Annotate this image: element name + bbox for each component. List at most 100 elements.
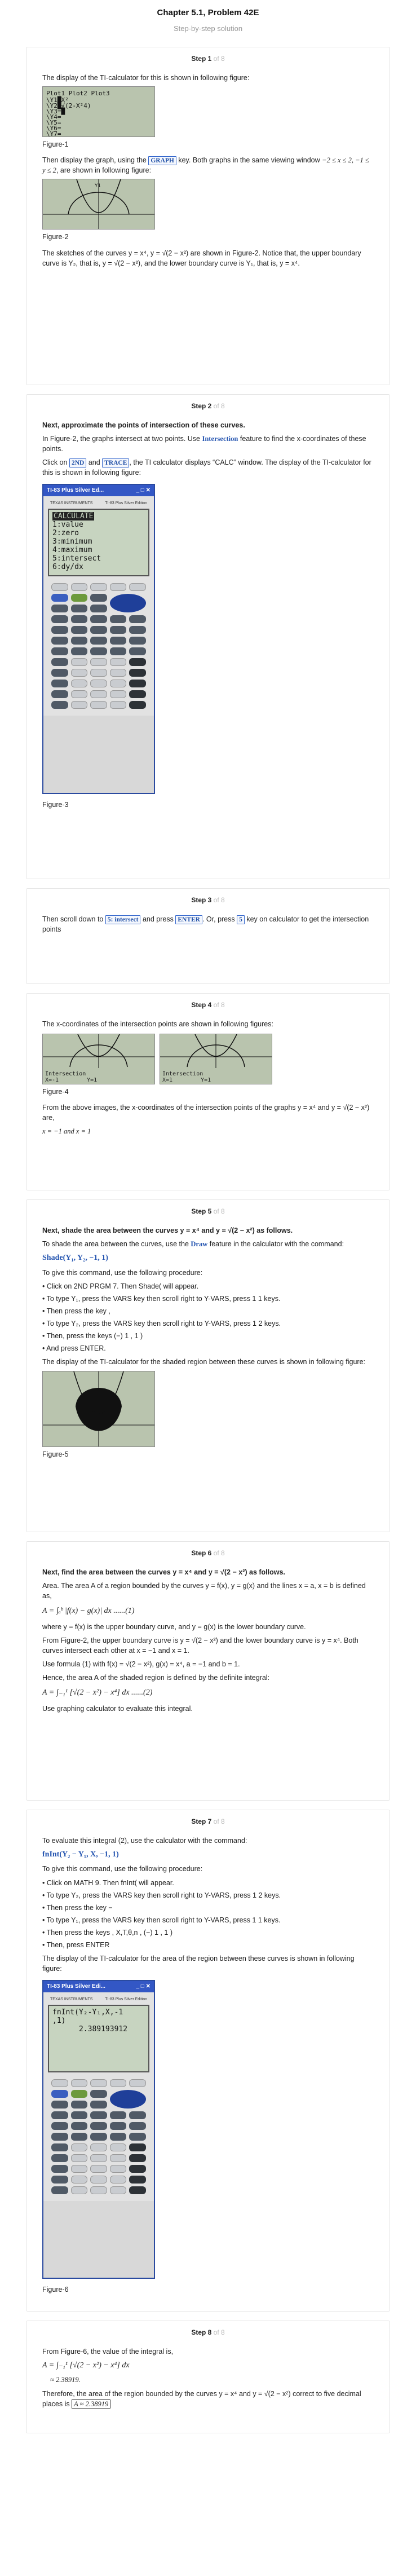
step-3-card: Step 3 of 8 Then scroll down to 5: inter… — [26, 888, 390, 984]
shaded-region-figure-5 — [42, 1370, 155, 1447]
list-item: • To type Y₁, press the VARS key then sc… — [42, 1916, 281, 1924]
svg-text:Y1: Y1 — [95, 183, 101, 189]
step-text: Use formula (1) with f(x) = √(2 − x²), g… — [42, 1660, 240, 1669]
step-text: Then display the graph, using the GRAPH … — [42, 156, 369, 175]
step-text: Therefore, the area of the region bounde… — [42, 2389, 361, 2409]
page-subtitle: Step-by-step solution — [173, 24, 243, 33]
step-text: The x-coordinates of the intersection po… — [42, 1020, 273, 1028]
list-item: • Click on 2ND PRGM 7. Then Shade( will … — [42, 1282, 199, 1290]
window-controls-icon[interactable]: _ □ ✕ — [136, 1983, 151, 1991]
step-label: Step 6 of 8 — [191, 1549, 225, 1557]
step-label: Step 5 of 8 — [191, 1207, 225, 1215]
header: Chapter 5.1, Problem 42E Step-by-step so… — [0, 0, 416, 38]
step-label: Step 7 of 8 — [191, 1817, 225, 1825]
step-4-card: Step 4 of 8 The x-coordinates of the int… — [26, 993, 390, 1190]
step-text: The display of the TI-calculator for the… — [42, 1955, 355, 1973]
step-text: x = −1 and x = 1 — [42, 1127, 91, 1136]
step-text: To shade the area between the curves, us… — [42, 1240, 344, 1249]
list-item: • Then press the keys , X,T,θ,n , (−) 1 … — [42, 1929, 172, 1937]
screen-line: \Y7= — [46, 130, 61, 138]
intersect-key: 5: intersect — [105, 915, 141, 924]
figure-caption: Figure-3 — [42, 800, 69, 809]
step-6-card: Step 6 of 8 Next, find the area between … — [26, 1541, 390, 1801]
step-heading: Next, find the area between the curves y… — [42, 1568, 285, 1576]
list-item: • Then, press ENTER — [42, 1941, 110, 1949]
step-text: The sketches of the curves y = x⁴, y = √… — [42, 249, 361, 267]
figure-caption: Figure-4 — [42, 1088, 69, 1096]
formula: A = ∫₋₁¹ [√(2 − x²) − x⁴] dx ......(2) — [42, 1688, 153, 1697]
enter-key: ENTER — [175, 915, 202, 924]
step-label: Step 8 of 8 — [191, 2328, 225, 2336]
list-item: • Then press the key , — [42, 1307, 110, 1315]
dpad-icon[interactable] — [109, 594, 146, 613]
step-text: Click on 2ND and TRACE, the TI calculato… — [42, 458, 371, 477]
emulator-titlebar: TI-83 Plus Silver Edi... _ □ ✕ — [43, 1980, 154, 1993]
step-text: To evaluate this integral (2), use the c… — [42, 1836, 247, 1845]
calculator-emulator-window: TI-83 Plus Silver Ed... _ □ ✕ TEXAS INST… — [42, 483, 155, 794]
list-item: • To type Y₁, press the VARS key then sc… — [42, 1294, 281, 1303]
list-item: • To type Y₂, press the VARS key then sc… — [42, 1891, 281, 1899]
fnint-command: fnInt(Y₂ − Y₁, X, −1, 1) — [42, 1850, 119, 1859]
calculator-keypad[interactable] — [48, 2077, 149, 2196]
step-label: Step 3 of 8 — [191, 896, 225, 904]
formula: A = ∫₋₁¹ [√(2 − x²) − x⁴] dx — [42, 2361, 130, 2370]
step-text: The display of the TI-calculator for thi… — [42, 73, 250, 82]
step-heading: Next, shade the area between the curves … — [42, 1226, 293, 1234]
step-label: Step 2 of 8 — [191, 402, 225, 410]
calculator-lcd: fnInt(Y₂-Y₁,X,-1 ,1) 2.389193912 — [48, 2005, 149, 2073]
list-item: • Click on MATH 9. Then fnInt( will appe… — [42, 1878, 174, 1887]
figure-caption: Figure-1 — [42, 140, 69, 149]
screen-line: \Y6= — [46, 125, 61, 133]
graph-figure-2: Y1 — [42, 179, 155, 230]
page-title: Chapter 5.1, Problem 42E — [157, 8, 259, 17]
step-text: Hence, the area A of the shaded region i… — [42, 1674, 270, 1682]
list-item: • Then press the key − — [42, 1903, 113, 1912]
window-controls-icon[interactable]: _ □ ✕ — [136, 487, 151, 495]
step-text: To give this command, use the following … — [42, 1268, 203, 1277]
step-text: From Figure-2, the upper boundary curve … — [42, 1636, 359, 1655]
step-7-card: Step 7 of 8 To evaluate this integral (2… — [26, 1809, 390, 2312]
list-item: • And press ENTER. — [42, 1344, 106, 1353]
step-5-card: Step 5 of 8 Next, shade the area between… — [26, 1199, 390, 1532]
step-text: From Figure-6, the value of the integral… — [42, 2347, 174, 2356]
emulator-titlebar: TI-83 Plus Silver Ed... _ □ ✕ — [43, 484, 154, 497]
figure-caption: Figure-6 — [42, 2285, 69, 2293]
step-text: where y = f(x) is the upper boundary cur… — [42, 1622, 306, 1631]
calculator-lcd: CALCULATE 1:value 2:zero 3:minimum 4:max… — [48, 509, 149, 577]
final-answer: A ≈ 2.38919 — [72, 2399, 111, 2409]
step-text: The display of the TI-calculator for the… — [42, 1358, 366, 1366]
screen-line: \Y4= — [46, 113, 61, 121]
page: Chapter 5.1, Problem 42E Step-by-step so… — [0, 0, 416, 2576]
figure-caption: Figure-2 — [42, 233, 69, 241]
screen-line: \Y5= — [46, 119, 61, 127]
intersection-screen-left: Intersection X=-1 Y=1 — [42, 1034, 155, 1085]
step-label: Step 1 of 8 — [191, 54, 225, 63]
list-item: • To type Y₂, press the VARS key then sc… — [42, 1320, 281, 1328]
procedure-list: • Click on MATH 9. Then fnInt( will appe… — [42, 1878, 374, 1951]
formula: ≈ 2.38919. — [50, 2376, 81, 2384]
graph-plot: Y1 — [43, 179, 154, 230]
five-key: 5 — [237, 915, 245, 924]
screen-line: \Y3=█ — [46, 108, 65, 116]
calculator-keypad[interactable] — [48, 581, 149, 711]
step-text: From the above images, the x-coordinates… — [42, 1104, 370, 1122]
step-text: In Figure-2, the graphs intersect at two… — [42, 435, 366, 453]
step-2-card: Step 2 of 8 Next, approximate the points… — [26, 394, 390, 879]
formula: A = ∫ₐᵇ |f(x) − g(x)| dx ......(1) — [42, 1607, 135, 1616]
graph-key: GRAPH — [148, 156, 176, 166]
2nd-key: 2ND — [69, 458, 87, 468]
calculator-screen-figure-1: Plot1 Plot2 Plot3 \Y1█X² \Y2█√(2-X²4) \Y… — [42, 86, 155, 138]
trace-key: TRACE — [102, 458, 130, 468]
intersection-screen-right: Intersection X=1 Y=1 — [160, 1034, 272, 1085]
list-item: • Then, press the keys (−) 1 , 1 ) — [42, 1332, 143, 1340]
step-text: Use graphing calculator to evaluate this… — [42, 1704, 193, 1713]
step-heading: Next, approximate the points of intersec… — [42, 421, 245, 429]
step-8-card: Step 8 of 8 From Figure-6, the value of … — [26, 2320, 390, 2433]
calculator-emulator-window: TI-83 Plus Silver Edi... _ □ ✕ TEXAS INS… — [42, 1979, 155, 2279]
step-text: Area. The area A of a region bounded by … — [42, 1582, 366, 1600]
dpad-icon[interactable] — [109, 2090, 146, 2109]
shade-command: Shade(Y₁, Y₂, −1, 1) — [42, 1254, 108, 1263]
intersection-figures: Intersection X=-1 Y=1 Intersection X=1 Y=1 — [42, 1034, 374, 1085]
step-text: Then scroll down to 5: intersect and pre… — [42, 915, 369, 934]
step-label: Step 4 of 8 — [191, 1000, 225, 1009]
